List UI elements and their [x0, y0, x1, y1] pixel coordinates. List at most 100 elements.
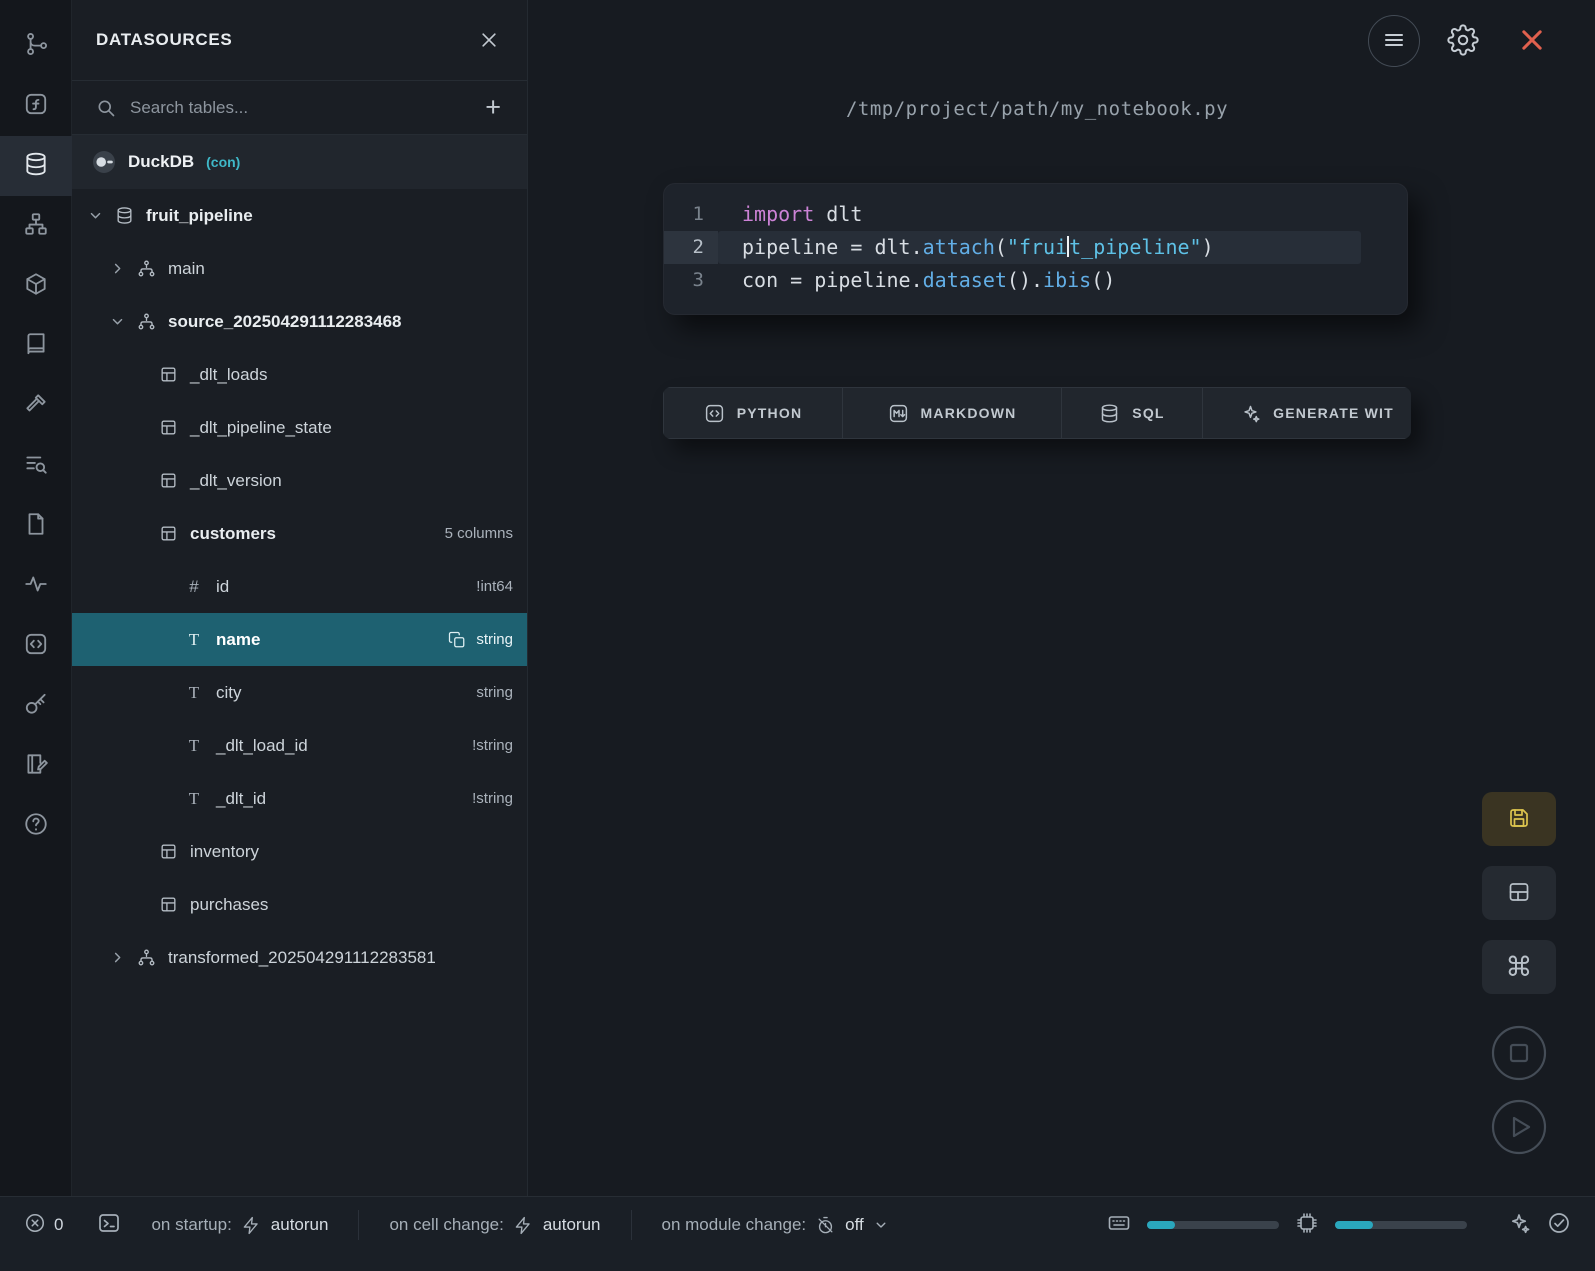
tree-row[interactable]: #id!int64	[72, 560, 527, 613]
row-label: id	[216, 577, 229, 597]
status-slider-left[interactable]	[1147, 1221, 1279, 1229]
text-icon: T	[182, 789, 206, 809]
row-label: customers	[190, 524, 276, 544]
table-icon	[156, 471, 180, 490]
tree-row[interactable]: inventory	[72, 825, 527, 878]
rail-item-file[interactable]	[0, 496, 72, 556]
tree-row[interactable]: source_202504291112283468	[72, 295, 527, 348]
close-panel-icon[interactable]	[479, 30, 499, 50]
menu-button[interactable]	[1368, 15, 1420, 67]
row-label: name	[216, 630, 260, 650]
play-icon	[1490, 1098, 1548, 1159]
tree-row[interactable]: main	[72, 242, 527, 295]
terminal-button[interactable]	[97, 1211, 121, 1240]
close-app-button[interactable]	[1506, 15, 1558, 67]
rail-item-docs[interactable]	[0, 316, 72, 376]
rail-item-datasources[interactable]	[0, 136, 72, 196]
duckdb-logo-icon	[92, 150, 116, 174]
row-meta: string	[476, 631, 513, 648]
code-line[interactable]: 2pipeline = dlt.attach("fruit_pipeline")	[664, 231, 1407, 264]
add-table-button[interactable]: +	[479, 94, 507, 121]
code-line[interactable]: 3con = pipeline.dataset().ibis()	[664, 264, 1407, 297]
stop-button[interactable]	[1490, 1025, 1548, 1083]
code-icon	[704, 403, 725, 424]
add-cell-markdown-button[interactable]: MARKDOWN	[842, 387, 1062, 439]
row-label: transformed_202504291112283581	[168, 948, 436, 968]
row-meta: 5 columns	[445, 525, 513, 542]
keyboard-icon[interactable]	[1107, 1211, 1131, 1240]
on-module-change-setting[interactable]: on module change: off	[631, 1210, 918, 1240]
schema-icon	[134, 312, 158, 331]
save-button[interactable]	[1482, 792, 1556, 846]
sparkles-icon[interactable]	[1507, 1211, 1531, 1240]
chip-icon[interactable]	[1295, 1211, 1319, 1240]
table-icon	[156, 524, 180, 543]
connection-name: DuckDB	[128, 152, 194, 172]
slider-fill	[1335, 1221, 1373, 1229]
settings-button[interactable]	[1437, 15, 1489, 67]
layout-icon	[1507, 880, 1531, 907]
code-cell[interactable]: 1import dlt2pipeline = dlt.attach("fruit…	[663, 183, 1408, 315]
status-bar-right	[1107, 1211, 1571, 1240]
error-indicator[interactable]: 0	[24, 1212, 63, 1239]
tree-row[interactable]: transformed_202504291112283581	[72, 931, 527, 984]
rail-item-function[interactable]	[0, 76, 72, 136]
rail-item-workflow-tree[interactable]	[0, 16, 72, 76]
chevron-right-icon[interactable]	[110, 261, 134, 276]
search-input[interactable]	[130, 98, 465, 118]
row-label: _dlt_loads	[190, 365, 268, 385]
tree-row[interactable]: T_dlt_load_id!string	[72, 719, 527, 772]
scratchpad-icon	[23, 751, 49, 782]
command-palette-button[interactable]: ⌘	[1482, 940, 1556, 994]
check-circle-icon[interactable]	[1547, 1211, 1571, 1240]
row-label: source_202504291112283468	[168, 312, 402, 332]
rail-item-activity[interactable]	[0, 556, 72, 616]
rail-item-search-list[interactable]	[0, 436, 72, 496]
tree-row[interactable]: _dlt_loads	[72, 348, 527, 401]
row-meta: string	[476, 684, 513, 701]
chevron-right-icon[interactable]	[110, 950, 134, 965]
snippets-icon	[23, 631, 49, 662]
chevron-down-icon[interactable]	[110, 314, 134, 329]
tree-row[interactable]: customers 5 columns	[72, 507, 527, 560]
table-icon	[156, 895, 180, 914]
rail-item-snippets[interactable]	[0, 616, 72, 676]
tree-row[interactable]: fruit_pipeline	[72, 189, 527, 242]
rail-item-graph[interactable]	[0, 196, 72, 256]
panel-header: DATASOURCES	[72, 0, 527, 81]
tree-row[interactable]: purchases	[72, 878, 527, 931]
close-icon	[1518, 26, 1546, 57]
side-controls: ⌘	[1481, 792, 1557, 1173]
on-startup-setting[interactable]: on startup: autorun	[121, 1210, 358, 1240]
add-cell-python-button[interactable]: PYTHON	[663, 387, 843, 439]
rail-item-secrets[interactable]	[0, 676, 72, 736]
on-cell-change-setting[interactable]: on cell change: autorun	[358, 1210, 630, 1240]
run-button[interactable]	[1490, 1099, 1548, 1157]
tree-row[interactable]: _dlt_version	[72, 454, 527, 507]
chevron-down-icon[interactable]	[88, 208, 112, 223]
text-icon: T	[182, 630, 206, 650]
copy-icon[interactable]	[448, 631, 466, 649]
docs-icon	[23, 331, 49, 362]
function-icon	[23, 91, 49, 122]
code-line[interactable]: 1import dlt	[664, 198, 1407, 231]
tree-row[interactable]: _dlt_pipeline_state	[72, 401, 527, 454]
table-icon	[156, 418, 180, 437]
status-slider-right[interactable]	[1335, 1221, 1467, 1229]
tree-row[interactable]: Tcitystring	[72, 666, 527, 719]
tree-row[interactable]: T_dlt_id!string	[72, 772, 527, 825]
tree-row[interactable]: Tname string	[72, 613, 527, 666]
connection-row[interactable]: DuckDB (con)	[72, 135, 527, 189]
code-lines: 1import dlt2pipeline = dlt.attach("fruit…	[664, 198, 1407, 297]
row-meta: !string	[472, 790, 513, 807]
hamburger-icon	[1382, 28, 1406, 55]
rail-item-help[interactable]	[0, 796, 72, 856]
layout-button[interactable]	[1482, 866, 1556, 920]
rail-item-build[interactable]	[0, 376, 72, 436]
activity-rail	[0, 0, 72, 1196]
add-cell-sql-button[interactable]: SQL	[1061, 387, 1203, 439]
number-icon: #	[182, 577, 206, 597]
rail-item-package[interactable]	[0, 256, 72, 316]
add-cell-generate-wit-button[interactable]: GENERATE WIT	[1202, 387, 1411, 439]
rail-item-scratchpad[interactable]	[0, 736, 72, 796]
